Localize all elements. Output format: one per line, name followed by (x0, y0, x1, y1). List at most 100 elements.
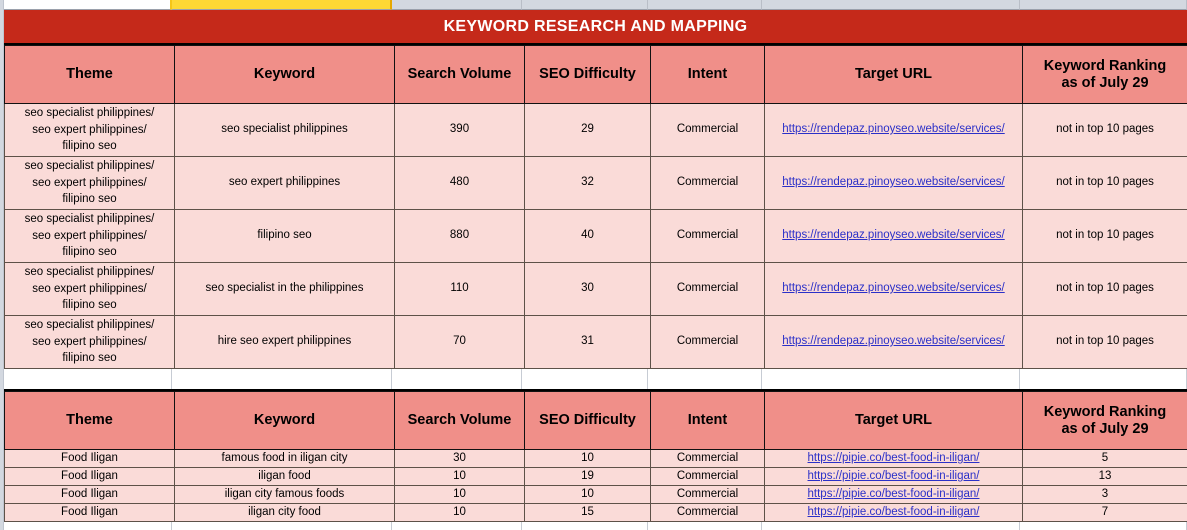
gap-cell-7[interactable] (1020, 369, 1187, 389)
cell-intent[interactable]: Commercial (650, 467, 765, 486)
cell-seo-difficulty[interactable]: 10 (524, 485, 651, 504)
target-url-link[interactable]: https://rendepaz.pinoyseo.website/servic… (782, 335, 1004, 347)
target-url-link[interactable]: https://rendepaz.pinoyseo.website/servic… (782, 282, 1004, 294)
col-header-keyword[interactable]: Keyword (174, 391, 395, 450)
cell-keyword-ranking[interactable]: 5 (1022, 449, 1187, 468)
cell-keyword[interactable]: filipino seo (174, 209, 395, 263)
target-url-link[interactable]: https://rendepaz.pinoyseo.website/servic… (782, 229, 1004, 241)
cell-theme[interactable]: Food Iligan (4, 467, 175, 486)
col-header-theme[interactable]: Theme (4, 45, 175, 104)
cell-seo-difficulty[interactable]: 15 (524, 503, 651, 522)
cell-theme[interactable]: seo specialist philippines/ seo expert p… (4, 262, 175, 316)
gap-cell-2[interactable] (172, 369, 392, 389)
cell-keyword[interactable]: iligan city food (174, 503, 395, 522)
cell-intent[interactable]: Commercial (650, 449, 765, 468)
cell-search-volume[interactable]: 10 (394, 467, 525, 486)
cell-target-url[interactable]: https://pipie.co/best-food-in-iligan/ (764, 485, 1023, 504)
target-url-link[interactable]: https://pipie.co/best-food-in-iligan/ (808, 506, 980, 518)
cell-target-url[interactable]: https://rendepaz.pinoyseo.website/servic… (764, 103, 1023, 157)
col-header-keyword[interactable]: Keyword (174, 45, 395, 104)
col-header-intent[interactable]: Intent (650, 391, 765, 450)
col-header-search-volume[interactable]: Search Volume (394, 45, 525, 104)
cell-target-url[interactable]: https://pipie.co/best-food-in-iligan/ (764, 467, 1023, 486)
cell-target-url[interactable]: https://rendepaz.pinoyseo.website/servic… (764, 262, 1023, 316)
cell-search-volume[interactable]: 10 (394, 485, 525, 504)
cell-intent[interactable]: Commercial (650, 315, 765, 369)
col-header-target-url[interactable]: Target URL (764, 45, 1023, 104)
cell-keyword-ranking[interactable]: 13 (1022, 467, 1187, 486)
gap-cell-4[interactable] (522, 369, 648, 389)
cell-seo-difficulty[interactable]: 29 (524, 103, 651, 157)
cell-search-volume[interactable]: 70 (394, 315, 525, 369)
cell-target-url[interactable]: https://rendepaz.pinoyseo.website/servic… (764, 315, 1023, 369)
cell-theme[interactable]: seo specialist philippines/ seo expert p… (4, 315, 175, 369)
table-row[interactable]: seo specialist philippines/ seo expert p… (4, 315, 1187, 369)
gap-cell-3[interactable] (392, 369, 522, 389)
cell-intent[interactable]: Commercial (650, 485, 765, 504)
table-row[interactable]: Food Iligan iligan city food 10 15 Comme… (4, 503, 1187, 522)
cell-seo-difficulty[interactable]: 19 (524, 467, 651, 486)
cell-keyword-ranking[interactable]: not in top 10 pages (1022, 262, 1187, 316)
cell-keyword-ranking[interactable]: not in top 10 pages (1022, 315, 1187, 369)
cell-theme[interactable]: seo specialist philippines/ seo expert p… (4, 103, 175, 157)
top-cell-grey-1[interactable] (392, 0, 522, 10)
bottom-cell-7[interactable] (1020, 522, 1187, 530)
cell-intent[interactable]: Commercial (650, 209, 765, 263)
cell-search-volume[interactable]: 10 (394, 503, 525, 522)
table-row[interactable]: seo specialist philippines/ seo expert p… (4, 156, 1187, 210)
cell-intent[interactable]: Commercial (650, 156, 765, 210)
cell-target-url[interactable]: https://rendepaz.pinoyseo.website/servic… (764, 156, 1023, 210)
cell-search-volume[interactable]: 110 (394, 262, 525, 316)
cell-keyword[interactable]: iligan city famous foods (174, 485, 395, 504)
cell-search-volume[interactable]: 880 (394, 209, 525, 263)
table-row[interactable]: seo specialist philippines/ seo expert p… (4, 262, 1187, 316)
table-row[interactable]: seo specialist philippines/ seo expert p… (4, 103, 1187, 157)
col-header-theme[interactable]: Theme (4, 391, 175, 450)
target-url-link[interactable]: https://rendepaz.pinoyseo.website/servic… (782, 123, 1004, 135)
top-cell-grey-5[interactable] (1020, 0, 1187, 10)
col-header-keyword-ranking[interactable]: Keyword Ranking as of July 29 (1022, 391, 1187, 450)
col-header-seo-difficulty[interactable]: SEO Difficulty (524, 391, 651, 450)
cell-theme[interactable]: seo specialist philippines/ seo expert p… (4, 156, 175, 210)
col-header-search-volume[interactable]: Search Volume (394, 391, 525, 450)
cell-seo-difficulty[interactable]: 32 (524, 156, 651, 210)
cell-keyword[interactable]: seo specialist philippines (174, 103, 395, 157)
table-row[interactable]: Food Iligan iligan food 10 19 Commercial… (4, 467, 1187, 486)
table-row[interactable]: seo specialist philippines/ seo expert p… (4, 209, 1187, 263)
bottom-cell-4[interactable] (522, 522, 648, 530)
cell-theme[interactable]: Food Iligan (4, 449, 175, 468)
cell-intent[interactable]: Commercial (650, 262, 765, 316)
cell-theme[interactable]: Food Iligan (4, 503, 175, 522)
gap-cell-6[interactable] (762, 369, 1020, 389)
gap-cell-1[interactable] (4, 369, 172, 389)
cell-intent[interactable]: Commercial (650, 503, 765, 522)
bottom-cell-5[interactable] (648, 522, 762, 530)
cell-target-url[interactable]: https://rendepaz.pinoyseo.website/servic… (764, 209, 1023, 263)
bottom-cell-3[interactable] (392, 522, 522, 530)
top-cell-white[interactable] (4, 0, 172, 10)
cell-seo-difficulty[interactable]: 30 (524, 262, 651, 316)
target-url-link[interactable]: https://pipie.co/best-food-in-iligan/ (808, 488, 980, 500)
col-header-intent[interactable]: Intent (650, 45, 765, 104)
target-url-link[interactable]: https://rendepaz.pinoyseo.website/servic… (782, 176, 1004, 188)
cell-target-url[interactable]: https://pipie.co/best-food-in-iligan/ (764, 449, 1023, 468)
cell-keyword[interactable]: seo specialist in the philippines (174, 262, 395, 316)
table-row[interactable]: Food Iligan famous food in iligan city 3… (4, 449, 1187, 468)
gap-cell-5[interactable] (648, 369, 762, 389)
target-url-link[interactable]: https://pipie.co/best-food-in-iligan/ (808, 470, 980, 482)
top-cell-grey-3[interactable] (648, 0, 762, 10)
cell-keyword-ranking[interactable]: not in top 10 pages (1022, 209, 1187, 263)
cell-search-volume[interactable]: 480 (394, 156, 525, 210)
top-cell-yellow[interactable] (172, 0, 392, 10)
cell-theme[interactable]: Food Iligan (4, 485, 175, 504)
cell-seo-difficulty[interactable]: 31 (524, 315, 651, 369)
cell-keyword[interactable]: hire seo expert philippines (174, 315, 395, 369)
cell-search-volume[interactable]: 30 (394, 449, 525, 468)
target-url-link[interactable]: https://pipie.co/best-food-in-iligan/ (808, 452, 980, 464)
bottom-cell-1[interactable] (4, 522, 172, 530)
cell-keyword-ranking[interactable]: not in top 10 pages (1022, 156, 1187, 210)
cell-keyword[interactable]: iligan food (174, 467, 395, 486)
cell-keyword-ranking[interactable]: 3 (1022, 485, 1187, 504)
col-header-seo-difficulty[interactable]: SEO Difficulty (524, 45, 651, 104)
table-row[interactable]: Food Iligan iligan city famous foods 10 … (4, 485, 1187, 504)
